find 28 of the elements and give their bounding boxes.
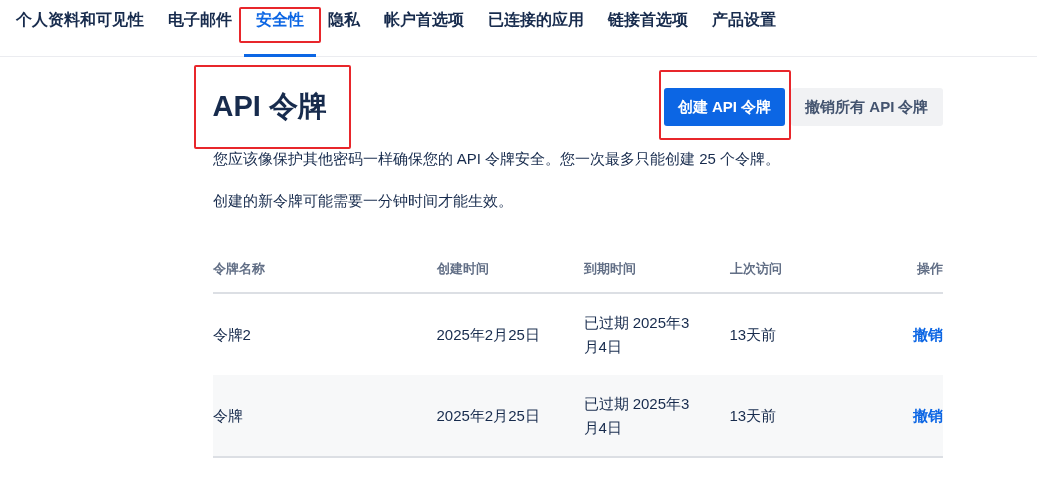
table-cell-text: 2025年2月25日	[436, 324, 540, 345]
nav-tab[interactable]: 个人资料和可见性	[4, 0, 156, 57]
page-title: API 令牌	[212, 87, 327, 127]
revoke-link[interactable]: 撤销	[912, 322, 943, 347]
column-header: 令牌名称	[212, 260, 266, 278]
column-header: 创建时间	[436, 260, 490, 278]
nav-tab[interactable]: 已连接的应用	[476, 0, 596, 57]
table-cell-text: 已过期 2025年3月4日	[583, 393, 691, 438]
column-header: 上次访问	[729, 260, 783, 278]
revoke-all-button[interactable]: 撤销所有 API 令牌	[791, 88, 943, 126]
nav-tab[interactable]: 链接首选项	[596, 0, 700, 57]
table-cell-text: 已过期 2025年3月4日	[583, 312, 691, 357]
nav-tab[interactable]: 安全性	[244, 0, 316, 57]
table-cell-text: 令牌	[212, 405, 243, 426]
nav-tab[interactable]: 产品设置	[700, 0, 788, 57]
table-cell-text: 13天前	[729, 324, 777, 345]
column-header: 到期时间	[583, 260, 637, 278]
table-cell-text: 2025年2月25日	[436, 405, 540, 426]
table-cell-text: 13天前	[729, 405, 777, 426]
description-text: 您应该像保护其他密码一样确保您的 API 令牌安全。您一次最多只能创建 25 个令牌。	[212, 149, 782, 169]
revoke-link[interactable]: 撤销	[912, 403, 943, 428]
nav-tab[interactable]: 隐私	[316, 0, 372, 57]
nav-tab[interactable]: 帐户首选项	[372, 0, 476, 57]
nav-tab[interactable]: 电子邮件	[156, 0, 244, 57]
create-token-button[interactable]: 创建 API 令牌	[663, 88, 786, 126]
column-header: 操作	[915, 260, 943, 278]
description-text: 创建的新令牌可能需要一分钟时间才能生效。	[212, 191, 514, 211]
table-cell-text: 令牌2	[212, 324, 251, 345]
